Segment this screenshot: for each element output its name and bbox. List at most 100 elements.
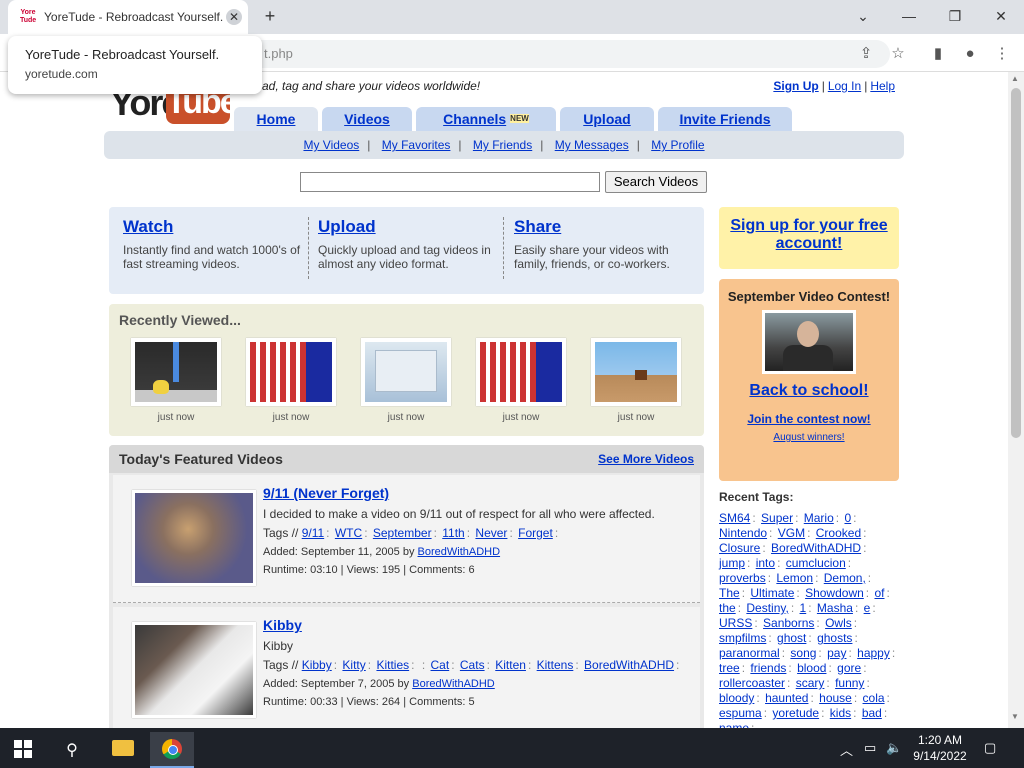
tag-link[interactable]: Kibby: [302, 658, 332, 672]
tab-upload-label[interactable]: Upload: [583, 111, 630, 127]
share-icon[interactable]: ⇪: [856, 44, 876, 64]
upload-link[interactable]: Upload: [318, 217, 376, 236]
tag-link[interactable]: Forget: [518, 526, 553, 540]
minimize-icon[interactable]: —: [897, 6, 921, 26]
system-clock[interactable]: 1:20 AM 9/14/2022: [910, 732, 970, 764]
help-link[interactable]: Help: [870, 79, 895, 93]
tab-channels-label[interactable]: Channels: [443, 111, 506, 127]
recent-tag-link[interactable]: Showdown: [805, 586, 864, 600]
recent-tag-link[interactable]: Masha: [817, 601, 853, 615]
recent-tag-link[interactable]: haunted: [765, 691, 808, 705]
recent-tag-link[interactable]: the: [719, 601, 736, 615]
video-thumbnail[interactable]: [246, 338, 336, 406]
recent-tag-link[interactable]: Demon,: [824, 571, 866, 585]
tag-link[interactable]: Kittens: [537, 658, 574, 672]
tab-home-label[interactable]: Home: [257, 111, 296, 127]
recent-tag-link[interactable]: into: [756, 556, 775, 570]
recent-tag-link[interactable]: espuma: [719, 706, 762, 720]
scroll-thumb[interactable]: [1011, 88, 1021, 438]
new-tab-icon[interactable]: +: [260, 6, 280, 26]
tab-home[interactable]: Home: [234, 107, 318, 131]
recent-tag-link[interactable]: yoretude: [772, 706, 819, 720]
recent-tag-link[interactable]: Crooked: [816, 526, 861, 540]
recent-item[interactable]: just now: [361, 338, 451, 423]
windows-start-icon[interactable]: [14, 740, 32, 758]
tab-upload[interactable]: Upload: [560, 107, 654, 131]
recent-tag-link[interactable]: Closure: [719, 541, 760, 555]
august-winners-link[interactable]: August winners!: [719, 432, 899, 443]
volume-icon[interactable]: 🔈: [886, 740, 902, 756]
my-favorites-link[interactable]: My Favorites: [382, 138, 451, 152]
recent-tag-link[interactable]: URSS: [719, 616, 752, 630]
tray-expand-icon[interactable]: ︿: [840, 740, 853, 759]
tag-link[interactable]: Never: [475, 526, 507, 540]
browser-tab[interactable]: Yore Tude YoreTude - Rebroadcast Yoursel…: [8, 0, 248, 34]
my-videos-link[interactable]: My Videos: [303, 138, 359, 152]
recent-tag-link[interactable]: funny: [835, 676, 864, 690]
recent-tag-link[interactable]: Nintendo: [719, 526, 767, 540]
user-link[interactable]: BoredWithADHD: [412, 678, 495, 690]
tag-link[interactable]: Kitten: [495, 658, 526, 672]
log-in-link[interactable]: Log In: [828, 79, 861, 93]
search-input[interactable]: [300, 172, 600, 192]
scroll-down-icon[interactable]: ▼: [1011, 712, 1019, 721]
tag-link[interactable]: BoredWithADHD: [584, 658, 674, 672]
recent-tag-link[interactable]: VGM: [778, 526, 805, 540]
video-thumbnail[interactable]: [361, 338, 451, 406]
recent-tag-link[interactable]: Ultimate: [750, 586, 794, 600]
tag-link[interactable]: 11th: [442, 526, 464, 540]
recent-tag-link[interactable]: Destiny,: [746, 601, 788, 615]
recent-tag-link[interactable]: smpfilms: [719, 631, 766, 645]
video-thumbnail[interactable]: [591, 338, 681, 406]
side-panel-icon[interactable]: ▮: [928, 44, 948, 64]
menu-icon[interactable]: ⋮: [992, 44, 1012, 64]
tab-list-icon[interactable]: ⌄: [851, 6, 875, 26]
back-to-school-link[interactable]: Back to school!: [719, 382, 899, 400]
address-bar[interactable]: t.php: [230, 40, 890, 68]
video-title-link[interactable]: Kibby: [263, 617, 683, 633]
recent-item[interactable]: just now: [476, 338, 566, 423]
tab-videos[interactable]: Videos: [322, 107, 412, 131]
tag-link[interactable]: Kitties: [376, 658, 409, 672]
user-link[interactable]: BoredWithADHD: [418, 546, 501, 558]
recent-tag-link[interactable]: BoredWithADHD: [771, 541, 861, 555]
my-messages-link[interactable]: My Messages: [555, 138, 629, 152]
recent-item[interactable]: just now: [131, 338, 221, 423]
recent-tag-link[interactable]: song: [790, 646, 816, 660]
video-thumbnail[interactable]: [132, 490, 256, 586]
signup-free-account-link[interactable]: Sign up for your free account!: [719, 217, 899, 253]
tag-link[interactable]: Cats: [460, 658, 485, 672]
search-videos-button[interactable]: Search Videos: [605, 171, 707, 193]
video-thumbnail[interactable]: [131, 338, 221, 406]
tab-channels[interactable]: Channels NEW: [416, 107, 556, 131]
page-scrollbar[interactable]: ▲ ▼: [1008, 72, 1024, 728]
recent-tag-link[interactable]: Super: [761, 511, 793, 525]
recent-tag-link[interactable]: rollercoaster: [719, 676, 785, 690]
my-friends-link[interactable]: My Friends: [473, 138, 532, 152]
recent-tag-link[interactable]: jump: [719, 556, 745, 570]
recent-tag-link[interactable]: Sanborns: [763, 616, 814, 630]
recent-tag-link[interactable]: scary: [796, 676, 825, 690]
recent-tag-link[interactable]: kids: [830, 706, 851, 720]
recent-tag-link[interactable]: house: [819, 691, 852, 705]
recent-tag-link[interactable]: bad: [862, 706, 882, 720]
notifications-icon[interactable]: ▢: [984, 740, 996, 756]
recent-tag-link[interactable]: Owls: [825, 616, 852, 630]
sign-up-link[interactable]: Sign Up: [773, 79, 818, 93]
join-contest-link[interactable]: Join the contest now!: [719, 412, 899, 426]
recent-tag-link[interactable]: friends: [750, 661, 786, 675]
network-icon[interactable]: ▭: [864, 740, 876, 756]
recent-tag-link[interactable]: pay: [827, 646, 846, 660]
share-link[interactable]: Share: [514, 217, 561, 236]
recent-item[interactable]: just now: [246, 338, 336, 423]
recent-tag-link[interactable]: paranormal: [719, 646, 780, 660]
recent-tag-link[interactable]: Mario: [804, 511, 834, 525]
recent-tag-link[interactable]: bloody: [719, 691, 754, 705]
recent-tag-link[interactable]: happy: [857, 646, 890, 660]
recent-tag-link[interactable]: gore: [837, 661, 861, 675]
recent-tag-link[interactable]: SM64: [719, 511, 750, 525]
tag-link[interactable]: Cat: [431, 658, 450, 672]
window-close-icon[interactable]: ✕: [989, 6, 1013, 26]
restore-icon[interactable]: ❐: [943, 6, 967, 26]
bookmark-star-icon[interactable]: ☆: [888, 44, 908, 64]
